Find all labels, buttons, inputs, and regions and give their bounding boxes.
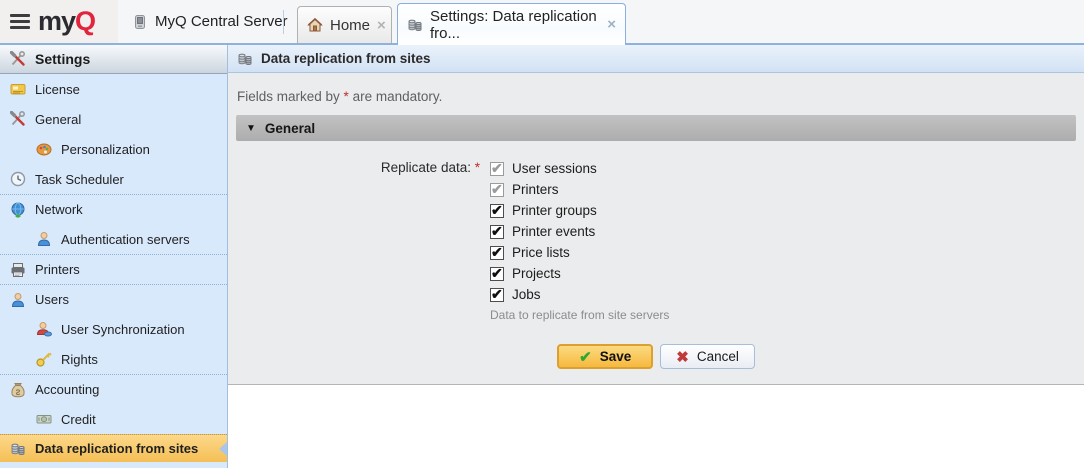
palette-icon bbox=[36, 141, 52, 157]
server-label: MyQ Central Server bbox=[132, 0, 288, 43]
moneybag-icon bbox=[10, 382, 26, 398]
checkbox-icon[interactable] bbox=[490, 162, 504, 176]
tools-icon bbox=[10, 111, 26, 127]
tab-home[interactable]: Home × bbox=[297, 6, 392, 43]
tab-settings-close-icon[interactable]: × bbox=[607, 16, 616, 33]
checkbox-printers[interactable]: Printers bbox=[490, 179, 1084, 200]
checkbox-jobs[interactable]: Jobs bbox=[490, 284, 1084, 305]
sidebar-item-license[interactable]: License bbox=[0, 74, 227, 104]
helper-text: Data to replicate from site servers bbox=[490, 308, 1084, 322]
replicate-data-label: Replicate data: * bbox=[228, 158, 490, 305]
checkbox-icon[interactable] bbox=[490, 288, 504, 302]
data-replication-icon bbox=[407, 17, 423, 33]
section-label: General bbox=[265, 121, 315, 136]
button-row: ✔ Save ✖ Cancel bbox=[228, 344, 1084, 369]
page-title-bar: Data replication from sites bbox=[228, 45, 1084, 73]
server-label-text: MyQ Central Server bbox=[155, 13, 288, 30]
hamburger-menu-icon[interactable] bbox=[10, 14, 30, 29]
page-title: Data replication from sites bbox=[261, 51, 431, 66]
sidebar-item-personalization[interactable]: Personalization bbox=[0, 134, 227, 164]
sidebar-item-authentication-servers[interactable]: Authentication servers bbox=[0, 224, 227, 254]
clock-icon bbox=[10, 171, 26, 187]
settings-sidebar: Settings License General Personalization… bbox=[0, 45, 228, 468]
tab-home-close-icon[interactable]: × bbox=[377, 17, 386, 34]
myq-logo[interactable]: myQ bbox=[38, 8, 95, 35]
checkbox-icon[interactable] bbox=[490, 183, 504, 197]
checkbox-icon[interactable] bbox=[490, 225, 504, 239]
banknote-icon bbox=[36, 411, 52, 427]
required-asterisk: * bbox=[475, 160, 480, 175]
sidebar-item-users[interactable]: Users bbox=[0, 284, 227, 314]
checkbox-icon[interactable] bbox=[490, 267, 504, 281]
section-header-general[interactable]: ▼ General bbox=[236, 115, 1076, 141]
sidebar-header-label: Settings bbox=[35, 51, 90, 67]
logo-area: myQ bbox=[0, 0, 118, 43]
sidebar-item-rights[interactable]: Rights bbox=[0, 344, 227, 374]
user-icon bbox=[36, 231, 52, 247]
user-sync-icon bbox=[36, 321, 52, 337]
save-button[interactable]: ✔ Save bbox=[557, 344, 653, 369]
settings-panel: Fields marked by * are mandatory. ▼ Gene… bbox=[228, 73, 1084, 385]
checkbox-price-lists[interactable]: Price lists bbox=[490, 242, 1084, 263]
data-replication-icon bbox=[237, 51, 253, 67]
tab-settings-data-replication[interactable]: Settings: Data replication fro... × bbox=[397, 3, 626, 45]
mandatory-note: Fields marked by * are mandatory. bbox=[228, 89, 1084, 104]
checkbox-projects[interactable]: Projects bbox=[490, 263, 1084, 284]
checkbox-user-sessions[interactable]: User sessions bbox=[490, 158, 1084, 179]
key-icon bbox=[36, 351, 52, 367]
myq-settings-page: myQ MyQ Central Server Home × Settings: … bbox=[0, 0, 1084, 468]
data-replication-icon bbox=[10, 441, 26, 457]
tab-settings-label: Settings: Data replication fro... bbox=[430, 8, 600, 42]
sidebar-item-accounting[interactable]: Accounting bbox=[0, 374, 227, 404]
checkbox-printer-groups[interactable]: Printer groups bbox=[490, 200, 1084, 221]
tab-home-label: Home bbox=[330, 17, 370, 34]
selected-item-arrow bbox=[219, 442, 227, 456]
main-content: Data replication from sites Fields marke… bbox=[228, 45, 1084, 468]
sidebar-item-credit[interactable]: Credit bbox=[0, 404, 227, 434]
checkbox-icon[interactable] bbox=[490, 246, 504, 260]
cross-icon: ✖ bbox=[676, 348, 689, 366]
globe-icon bbox=[10, 202, 26, 218]
printer-icon bbox=[10, 262, 26, 278]
cancel-button[interactable]: ✖ Cancel bbox=[660, 344, 755, 369]
sidebar-item-general[interactable]: General bbox=[0, 104, 227, 134]
sidebar-header-settings: Settings bbox=[0, 45, 227, 74]
home-icon bbox=[307, 17, 323, 33]
replication-form: Replicate data: * User sessions Printers… bbox=[228, 158, 1084, 322]
sidebar-item-user-synchronization[interactable]: User Synchronization bbox=[0, 314, 227, 344]
chevron-down-icon: ▼ bbox=[246, 123, 256, 134]
checkbox-group: User sessions Printers Printer groups Pr… bbox=[490, 158, 1084, 305]
license-icon bbox=[10, 81, 26, 97]
sidebar-item-printers[interactable]: Printers bbox=[0, 254, 227, 284]
sidebar-item-task-scheduler[interactable]: Task Scheduler bbox=[0, 164, 227, 194]
check-icon: ✔ bbox=[579, 348, 592, 366]
tools-icon bbox=[10, 51, 26, 67]
server-icon bbox=[132, 14, 148, 30]
user-icon bbox=[10, 292, 26, 308]
checkbox-icon[interactable] bbox=[490, 204, 504, 218]
checkbox-printer-events[interactable]: Printer events bbox=[490, 221, 1084, 242]
sidebar-item-data-replication-from-sites[interactable]: Data replication from sites bbox=[0, 434, 227, 462]
topbar-separator bbox=[283, 10, 284, 34]
sidebar-item-network[interactable]: Network bbox=[0, 194, 227, 224]
